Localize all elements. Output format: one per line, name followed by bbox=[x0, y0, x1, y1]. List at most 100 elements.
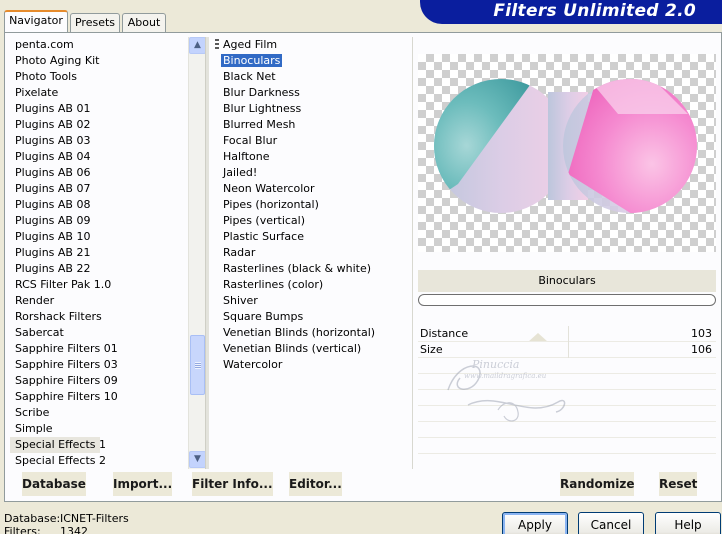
scrollbar-thumb[interactable] bbox=[190, 335, 205, 395]
filter-item-label: Pipes (vertical) bbox=[223, 214, 306, 227]
filter-item[interactable]: Neon Watercolor bbox=[216, 181, 406, 197]
category-item[interactable]: Plugins AB 22 bbox=[10, 261, 188, 277]
cancel-button[interactable]: Cancel bbox=[578, 512, 644, 534]
filter-item-label: Blur Lightness bbox=[223, 102, 302, 115]
binoculars-preview bbox=[434, 79, 697, 213]
filter-name-label: Binoculars bbox=[418, 270, 716, 292]
category-item[interactable]: Simple bbox=[10, 421, 188, 437]
filter-item-label: Venetian Blinds (horizontal) bbox=[223, 326, 376, 339]
filter-item[interactable]: Blurred Mesh bbox=[216, 117, 406, 133]
category-item[interactable]: Sapphire Filters 03 bbox=[10, 357, 188, 373]
filter-item-label: Square Bumps bbox=[223, 310, 304, 323]
import-button[interactable]: Import... bbox=[113, 472, 173, 496]
filter-item[interactable]: Blur Darkness bbox=[216, 85, 406, 101]
filter-item-label: Halftone bbox=[223, 150, 270, 163]
param-value: 103 bbox=[691, 327, 712, 340]
apply-button[interactable]: Apply bbox=[502, 512, 568, 534]
filter-info-button[interactable]: Filter Info... bbox=[192, 472, 273, 496]
category-item[interactable]: Plugins AB 21 bbox=[10, 245, 188, 261]
filter-item[interactable]: Jailed! bbox=[216, 165, 406, 181]
category-item[interactable]: Special Effects 1 bbox=[10, 437, 106, 453]
database-label: Database: bbox=[4, 512, 61, 525]
scroll-down-arrow-icon[interactable]: ▼ bbox=[189, 451, 206, 468]
category-item[interactable]: Pixelate bbox=[10, 85, 188, 101]
category-list[interactable]: penta.com Photo Aging Kit Photo Tools Pixel… bbox=[10, 37, 188, 469]
category-item[interactable]: Plugins AB 02 bbox=[10, 117, 188, 133]
filter-item[interactable]: Binoculars bbox=[216, 53, 406, 69]
filter-item[interactable]: Radar bbox=[216, 245, 406, 261]
filter-item-label: Plastic Surface bbox=[223, 230, 304, 243]
preview-image bbox=[418, 54, 716, 252]
filter-list[interactable]: Aged Film Binoculars Black Net Blur Darknes… bbox=[216, 37, 406, 469]
filter-item-label: Shiver bbox=[223, 294, 258, 307]
category-item[interactable]: Plugins AB 10 bbox=[10, 229, 188, 245]
reset-button[interactable]: Reset bbox=[659, 472, 698, 496]
filter-item[interactable]: Aged Film bbox=[216, 37, 406, 53]
category-item[interactable]: Special Effects 2 bbox=[10, 453, 188, 469]
list-divider[interactable] bbox=[205, 37, 209, 469]
filter-item[interactable]: Venetian Blinds (horizontal) bbox=[216, 325, 406, 341]
category-item[interactable]: Plugins AB 09 bbox=[10, 213, 188, 229]
scroll-up-arrow-icon[interactable]: ▲ bbox=[189, 37, 206, 54]
category-item[interactable]: Rorshack Filters bbox=[10, 309, 188, 325]
filter-item-label: Neon Watercolor bbox=[223, 182, 315, 195]
tab-navigator[interactable]: Navigator bbox=[4, 10, 68, 32]
filter-item-label: Blurred Mesh bbox=[223, 118, 296, 131]
progress-bar bbox=[418, 294, 716, 306]
category-item[interactable]: Render bbox=[10, 293, 188, 309]
category-item[interactable]: Sapphire Filters 10 bbox=[10, 389, 188, 405]
title-banner: Filters Unlimited 2.0 bbox=[420, 0, 722, 24]
tab-about[interactable]: About bbox=[122, 13, 166, 32]
param-row-distance[interactable]: Distance 103 bbox=[418, 326, 716, 342]
editor-button[interactable]: Editor... bbox=[289, 472, 342, 496]
help-button[interactable]: Help bbox=[655, 512, 721, 534]
filter-item[interactable]: Black Net bbox=[216, 69, 406, 85]
filter-item[interactable]: Plastic Surface bbox=[216, 229, 406, 245]
category-scrollbar[interactable]: ▲ ▼ bbox=[188, 37, 206, 469]
filter-item[interactable]: Focal Blur bbox=[216, 133, 406, 149]
filter-item[interactable]: Pipes (vertical) bbox=[216, 213, 406, 229]
filter-item[interactable]: Shiver bbox=[216, 293, 406, 309]
database-value: ICNET-Filters bbox=[60, 512, 129, 525]
watermark-swirl-icon bbox=[447, 365, 566, 422]
category-item[interactable]: Sapphire Filters 09 bbox=[10, 373, 188, 389]
watermark-logo: Pinuccia www.maildragrafica.eu bbox=[438, 350, 578, 430]
filter-item[interactable]: Blur Lightness bbox=[216, 101, 406, 117]
category-item[interactable]: Plugins AB 06 bbox=[10, 165, 188, 181]
filter-item[interactable]: Watercolor bbox=[216, 357, 406, 373]
filter-item[interactable]: Halftone bbox=[216, 149, 406, 165]
filter-item[interactable]: Rasterlines (black & white) bbox=[216, 261, 406, 277]
filters-count-value: 1342 bbox=[60, 525, 88, 534]
thumb-grip bbox=[195, 362, 201, 369]
category-item[interactable]: Photo Aging Kit bbox=[10, 53, 188, 69]
filter-item-label: Black Net bbox=[223, 70, 276, 83]
filter-item-label: Radar bbox=[223, 246, 256, 259]
filter-item-label: Watercolor bbox=[223, 358, 283, 371]
category-item[interactable]: Scribe bbox=[10, 405, 188, 421]
category-item[interactable]: Photo Tools bbox=[10, 69, 188, 85]
filter-item-label: Focal Blur bbox=[223, 134, 278, 147]
category-item[interactable]: Sabercat bbox=[10, 325, 188, 341]
filter-item-label: Jailed! bbox=[223, 166, 258, 179]
category-item[interactable]: Plugins AB 08 bbox=[10, 197, 188, 213]
param-divider bbox=[568, 326, 569, 342]
filter-item[interactable]: Venetian Blinds (vertical) bbox=[216, 341, 406, 357]
category-item[interactable]: Sapphire Filters 01 bbox=[10, 341, 188, 357]
tab-presets[interactable]: Presets bbox=[70, 13, 120, 32]
filter-item-label: Venetian Blinds (vertical) bbox=[223, 342, 362, 355]
database-button[interactable]: Database bbox=[22, 472, 86, 496]
category-item[interactable]: RCS Filter Pak 1.0 bbox=[10, 277, 188, 293]
filter-item-label: Pipes (horizontal) bbox=[223, 198, 319, 211]
filter-item[interactable]: Rasterlines (color) bbox=[216, 277, 406, 293]
filter-item[interactable]: Pipes (horizontal) bbox=[216, 197, 406, 213]
filters-count-label: Filters: bbox=[4, 525, 41, 534]
category-item[interactable]: Plugins AB 01 bbox=[10, 101, 188, 117]
randomize-button[interactable]: Randomize bbox=[560, 472, 635, 496]
filter-item-label: Rasterlines (color) bbox=[223, 278, 324, 291]
filter-item[interactable]: Square Bumps bbox=[216, 309, 406, 325]
param-row-empty bbox=[418, 438, 716, 454]
category-item[interactable]: Plugins AB 04 bbox=[10, 149, 188, 165]
category-item[interactable]: Plugins AB 03 bbox=[10, 133, 188, 149]
category-item[interactable]: penta.com bbox=[10, 37, 188, 53]
category-item[interactable]: Plugins AB 07 bbox=[10, 181, 188, 197]
